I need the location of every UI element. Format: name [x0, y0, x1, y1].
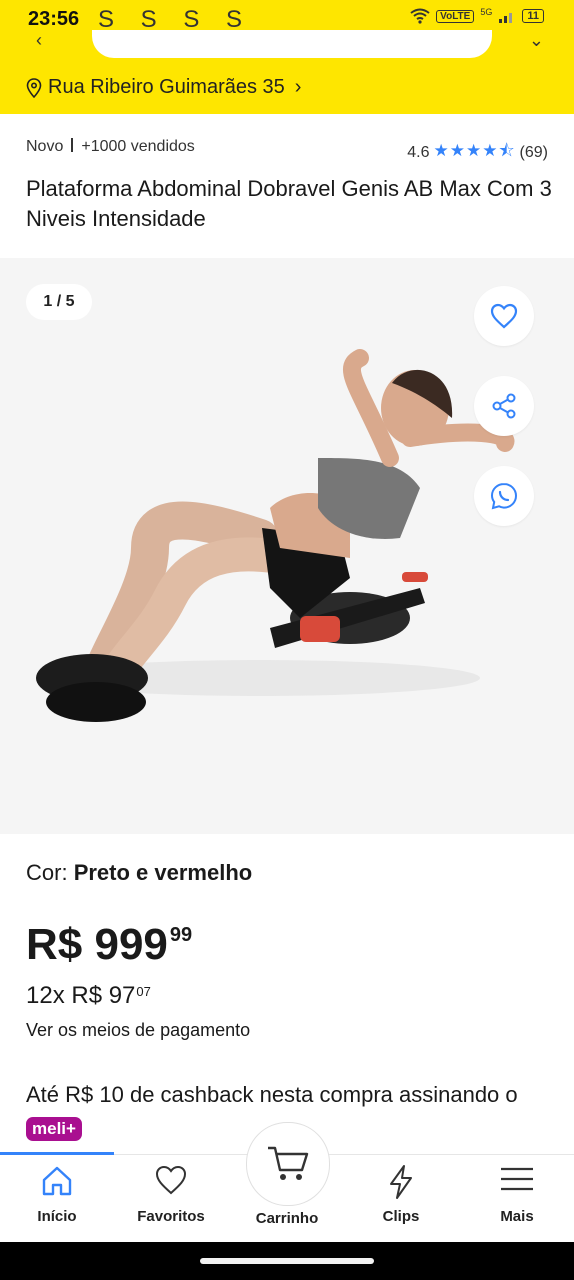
nav-item-clips[interactable]: Clips [344, 1160, 458, 1240]
nav-item-carrinho[interactable] [246, 1122, 330, 1206]
volte-badge: VoLTE [436, 9, 475, 23]
review-count: (69) [519, 143, 548, 161]
wifi-icon [410, 8, 430, 24]
favorite-button[interactable] [474, 286, 534, 346]
nav-label-carrinho: Carrinho [255, 1210, 319, 1227]
app-header: 23:56 S S S S VoLTE 5G 11 ‹ ⌄ Rua Ribeir… [0, 0, 574, 114]
location-pin-icon [26, 77, 42, 98]
color-label: Cor: [26, 860, 68, 885]
condition-label: Novo [26, 138, 64, 155]
installment-cents: 07 [136, 984, 151, 999]
price: R$ 999 99 [26, 918, 192, 972]
rating-summary[interactable]: 4.6 ★★★★⯪ (69) [407, 138, 548, 167]
home-gesture-bar[interactable] [200, 1258, 374, 1264]
color-value: Preto e vermelho [73, 860, 253, 885]
cart-header-icon[interactable]: ⌄ [529, 30, 544, 51]
nav-label-favoritos: Favoritos [137, 1208, 205, 1225]
nav-item-inicio[interactable]: Início [0, 1160, 114, 1240]
separator [71, 138, 74, 152]
nav-label-inicio: Início [37, 1208, 77, 1225]
delivery-address[interactable]: Rua Ribeiro Guimarães 35 › [26, 76, 301, 99]
sold-count: +1000 vendidos [81, 138, 195, 155]
back-chevron-icon[interactable]: ‹ [36, 30, 42, 51]
heart-icon [155, 1165, 187, 1195]
address-text: Rua Ribeiro Guimarães 35 [48, 76, 285, 98]
nav-label-clips: Clips [382, 1208, 420, 1225]
signal-icon [499, 13, 513, 23]
system-navigation-bar [0, 1242, 574, 1280]
gallery-counter: 1 / 5 [26, 284, 92, 320]
product-title: Plataforma Abdominal Dobravel Genis AB M… [26, 176, 552, 231]
chevron-right-icon: › [294, 76, 302, 98]
product-image[interactable] [0, 258, 574, 834]
product-meta: Novo +1000 vendidos 4.6 ★★★★⯪ (69) [26, 138, 548, 161]
share-icon [492, 393, 516, 419]
home-icon [42, 1166, 72, 1196]
nav-label-mais: Mais [500, 1208, 534, 1225]
price-main: R$ 999 [26, 920, 168, 969]
installment-main: 12x R$ 97 [26, 982, 136, 1009]
nav-item-favoritos[interactable]: Favoritos [114, 1160, 228, 1240]
color-selector[interactable]: Cor: Preto e vermelho [26, 860, 252, 886]
rating-value: 4.6 [407, 143, 430, 161]
network-gen: 5G [480, 7, 493, 17]
whatsapp-icon [490, 482, 518, 510]
hamburger-icon [501, 1167, 533, 1191]
search-bar[interactable] [92, 30, 492, 58]
product-gallery[interactable] [0, 258, 574, 834]
lightning-icon [390, 1165, 412, 1199]
status-time: 23:56 [28, 8, 80, 30]
price-cents: 99 [169, 924, 193, 946]
payment-methods-link[interactable]: Ver os meios de pagamento [26, 1020, 250, 1041]
heart-icon [490, 303, 518, 329]
whatsapp-share-button[interactable] [474, 466, 534, 526]
meli-plus-badge: meli+ [26, 1117, 82, 1141]
installments: 12x R$ 97 07 [26, 980, 151, 1012]
share-button[interactable] [474, 376, 534, 436]
cashback-text: Até R$ 10 de cashback nesta compra assin… [26, 1082, 518, 1107]
nav-active-indicator [0, 1152, 114, 1155]
cart-icon [268, 1146, 309, 1180]
status-indicators: VoLTE 5G 11 [410, 7, 544, 24]
nav-item-mais[interactable]: Mais [460, 1160, 574, 1240]
star-rating-icon: ★★★★⯪ [433, 141, 516, 160]
battery-indicator: 11 [522, 9, 544, 23]
